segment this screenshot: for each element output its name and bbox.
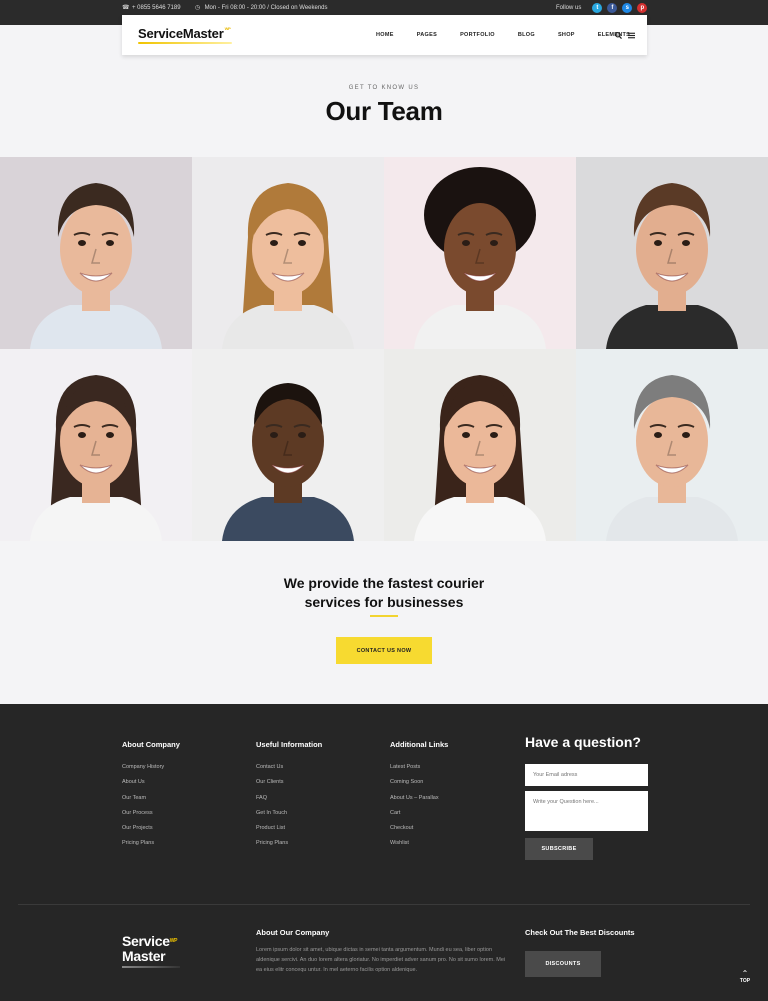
cta-heading: We provide the fastest courier services … [0,574,768,612]
footer-link[interactable]: Coming Soon [390,779,448,794]
team-member-photo[interactable] [0,349,192,541]
question-field[interactable] [525,791,648,831]
footer-column-additional: Additional Links Latest Posts Coming Soo… [390,740,448,856]
facebook-icon[interactable]: f [607,3,618,13]
main-nav: HOME PAGES PORTFOLIO BLOG SHOP ELEMENTS [376,15,653,55]
portrait-image [192,157,384,349]
footer-column-title: Additional Links [390,740,449,749]
footer-logo-underline [122,966,180,968]
team-member-photo[interactable] [384,349,576,541]
phone-text: + 0855 5646 7189 [132,5,181,11]
nav-item-blog[interactable]: BLOG [518,32,535,38]
footer-link[interactable]: Contact Us [256,764,322,779]
back-to-top-button[interactable]: ⌃ TOP [736,969,754,985]
team-member-photo[interactable] [192,157,384,349]
footer-link[interactable]: Our Team [122,795,180,810]
hours-text: Mon - Fri 08:00 - 20:00 / Closed on Week… [204,5,328,11]
footer-link[interactable]: About Us – Parallax [390,795,448,810]
footer-link[interactable]: Our Clients [256,779,322,794]
contact-us-button[interactable]: CONTACT US NOW [336,637,432,664]
team-grid [0,157,768,542]
portrait-image [0,157,192,349]
site-footer: About Company Company History About Us O… [0,704,768,1001]
portrait-image [576,157,768,349]
team-member-photo[interactable] [576,349,768,541]
footer-about-text: Lorem ipsum dolor sit amet, ubique dicta… [256,947,506,973]
nav-item-shop[interactable]: SHOP [558,32,575,38]
subscribe-button[interactable]: SUBSCRIBE [525,838,593,860]
footer-link[interactable]: Latest Posts [390,764,448,779]
footer-discounts: Check Out The Best Discounts DISCOUNTS [525,928,635,977]
cta-heading-line2: services for businesses [304,594,464,610]
site-header: ServiceMasterWP HOME PAGES PORTFOLIO BLO… [122,15,647,55]
portrait-image [192,349,384,541]
section-eyebrow: GET TO KNOW US [348,85,420,91]
footer-link[interactable]: Company History [122,764,180,779]
question-title: Have a question? [525,734,641,750]
pinterest-icon[interactable]: p [637,3,648,13]
footer-column-about: About Company Company History About Us O… [122,740,180,856]
menu-icon[interactable] [628,32,635,39]
cta-heading-line1: We provide the fastest courier [283,575,485,591]
site-logo[interactable]: ServiceMasterWP [138,26,231,41]
footer-about-title: About Our Company [256,928,330,937]
footer-link[interactable]: Get In Touch [256,810,322,825]
footer-link[interactable]: FAQ [256,795,322,810]
chevron-up-icon: ⌃ [741,969,749,978]
phone-icon: ☎ [122,5,130,11]
portrait-image [384,349,576,541]
portrait-image [576,349,768,541]
team-member-photo[interactable] [0,157,192,349]
footer-divider [18,904,750,905]
skype-icon[interactable]: s [622,3,633,13]
footer-link[interactable]: Pricing Plans [256,840,322,855]
question-form: Have a question? SUBSCRIBE [525,734,648,860]
footer-column-title: Useful Information [256,740,323,749]
hours-info: ◷ Mon - Fri 08:00 - 20:00 / Closed on We… [195,5,328,11]
page-title: Our Team [325,96,443,126]
footer-column-useful: Useful Information Contact Us Our Client… [256,740,322,856]
footer-link[interactable]: Pricing Plans [122,840,180,855]
footer-link[interactable]: Wishlist [390,840,448,855]
footer-about: About Our Company Lorem ipsum dolor sit … [256,928,512,975]
footer-link[interactable]: About Us [122,779,180,794]
follow-label: Follow us [556,5,582,11]
email-field[interactable] [525,764,648,786]
nav-item-home[interactable]: HOME [376,32,394,38]
footer-link[interactable]: Our Process [122,810,180,825]
clock-icon: ◷ [194,5,201,11]
search-icon[interactable] [615,31,622,39]
nav-item-portfolio[interactable]: PORTFOLIO [460,32,495,38]
cta-divider [370,615,398,617]
portrait-image [0,349,192,541]
footer-logo[interactable]: ServiceWP Master [122,934,178,964]
phone-info: ☎ + 0855 5646 7189 [122,5,181,11]
footer-discounts-title: Check Out The Best Discounts [525,928,635,937]
footer-link[interactable]: Our Projects [122,825,180,840]
logo-underline [138,42,232,44]
footer-link[interactable]: Checkout [390,825,448,840]
footer-link[interactable]: Product List [256,825,322,840]
discounts-button[interactable]: DISCOUNTS [525,951,601,977]
nav-item-pages[interactable]: PAGES [417,32,437,38]
team-member-photo[interactable] [192,349,384,541]
footer-link[interactable]: Cart [390,810,448,825]
team-member-photo[interactable] [576,157,768,349]
footer-column-title: About Company [122,740,180,749]
portrait-image [384,157,576,349]
team-member-photo[interactable] [384,157,576,349]
twitter-icon[interactable]: t [592,3,603,13]
